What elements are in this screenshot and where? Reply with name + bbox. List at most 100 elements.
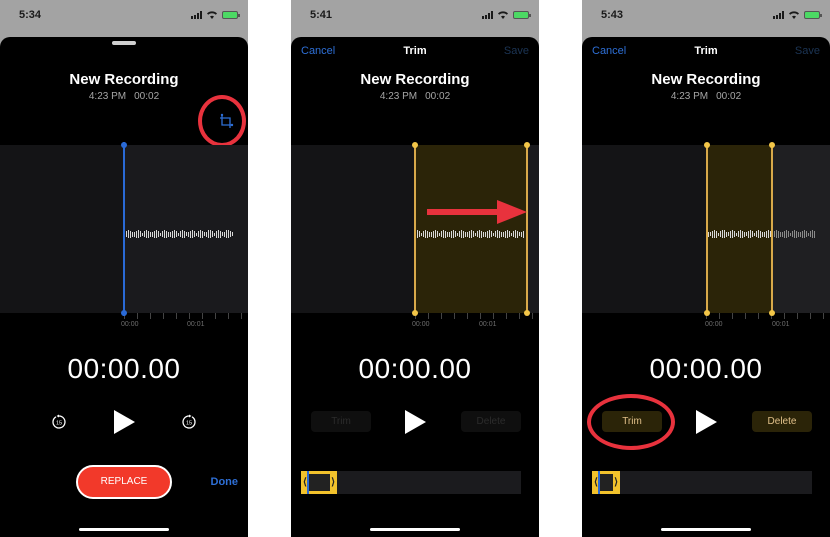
waveform-bar: [184, 230, 185, 238]
waveform-bar: [441, 231, 442, 237]
waveform-bar: [495, 231, 496, 237]
sheet-grabber[interactable]: [112, 41, 136, 45]
trim-end-top-knob[interactable]: [769, 142, 775, 148]
save-button[interactable]: Save: [504, 45, 529, 57]
waveform-bar: [814, 230, 815, 238]
trim-start-handle[interactable]: [414, 145, 416, 313]
waveform-bar: [483, 231, 484, 237]
trim-start-top-knob[interactable]: [704, 142, 710, 148]
crop-trim-icon[interactable]: [218, 113, 236, 131]
status-time: 5:34: [19, 9, 42, 21]
waveform-bar: [790, 232, 791, 236]
trim-button[interactable]: Trim: [602, 411, 662, 432]
waveform-bar: [222, 232, 223, 236]
waveform-bar: [148, 230, 149, 238]
waveform-bar: [158, 231, 159, 237]
playback-timer: 00:00.00: [358, 353, 472, 384]
trim-end-handle[interactable]: [526, 145, 528, 313]
play-button[interactable]: [114, 410, 135, 434]
waveform-bar: [230, 231, 231, 237]
playhead[interactable]: [123, 142, 125, 316]
waveform-bar: [722, 230, 723, 238]
waveform-bar: [208, 230, 209, 238]
timeline-tick: [797, 313, 798, 319]
waveform-bar: [471, 230, 472, 238]
status-time: 5:43: [601, 9, 624, 21]
waveform-bar: [708, 231, 709, 237]
trim-start-bottom-knob[interactable]: [704, 310, 710, 316]
recording-meta: 4:23 PM 00:02: [582, 91, 830, 102]
cancel-button[interactable]: Cancel: [301, 45, 335, 57]
waveform-bar: [188, 231, 189, 237]
waveform-bar: [220, 230, 221, 238]
waveform-bar: [152, 231, 153, 237]
svg-text:15: 15: [186, 421, 192, 427]
timeline-ticks: [706, 313, 830, 321]
waveform: [415, 229, 524, 239]
status-bar: 5:41: [291, 0, 539, 34]
timeline-tick: [137, 313, 138, 319]
waveform-bar: [146, 230, 147, 238]
overview-scrubber[interactable]: ⟨ ⟩: [592, 471, 812, 494]
trim-start-top-knob[interactable]: [412, 142, 418, 148]
trim-start-bottom-knob[interactable]: [412, 310, 418, 316]
phone-screen-recording-edit: 5:34 New Recording 4:23 PM 00:02 00:00 00…: [0, 0, 248, 537]
trim-start-handle[interactable]: [706, 145, 708, 313]
waveform-bar: [501, 231, 502, 237]
overview-scrubber[interactable]: ⟨ ⟩: [301, 471, 521, 494]
waveform-bar: [473, 231, 474, 237]
waveform-bar: [423, 231, 424, 237]
delete-button[interactable]: Delete: [752, 411, 812, 432]
scrubber-handle[interactable]: ⟨ ⟩: [301, 471, 337, 494]
trim-button[interactable]: Trim: [311, 411, 371, 432]
waveform-bar: [469, 230, 470, 238]
waveform-bar: [178, 232, 179, 236]
cellular-signal-icon: [191, 10, 202, 19]
trim-end-top-knob[interactable]: [524, 142, 530, 148]
waveform-bar: [712, 230, 713, 238]
waveform-bar: [130, 230, 131, 238]
waveform-bar: [802, 230, 803, 238]
waveform-bar: [804, 230, 805, 238]
waveform-bar: [746, 232, 747, 236]
waveform-bar: [812, 230, 813, 238]
waveform-selected: [706, 229, 815, 239]
waveform-bar: [714, 230, 715, 238]
waveform-bar: [515, 230, 516, 238]
tick-label: 00:01: [479, 321, 497, 328]
waveform-bar: [202, 230, 203, 238]
replace-button[interactable]: REPLACE: [76, 465, 172, 499]
waveform-bar: [429, 231, 430, 237]
recording-title: New Recording: [651, 71, 761, 88]
battery-charging-icon: [804, 10, 822, 19]
playback-timer: 00:00.00: [67, 353, 181, 384]
waveform-bar: [196, 232, 197, 236]
waveform-bar: [431, 231, 432, 237]
waveform-bar: [734, 231, 735, 237]
playhead-top-knob[interactable]: [121, 142, 127, 148]
waveform-bar: [435, 230, 436, 238]
waveform-bar: [154, 230, 155, 238]
playhead-bottom-knob[interactable]: [121, 310, 127, 316]
skip-back-15-icon[interactable]: 15: [51, 414, 67, 430]
play-button[interactable]: [696, 410, 717, 434]
trim-end-handle[interactable]: [771, 145, 773, 313]
waveform-bar: [166, 230, 167, 238]
scrubber-handle[interactable]: ⟨ ⟩: [592, 471, 620, 494]
waveform-bar: [517, 230, 518, 238]
done-button[interactable]: Done: [211, 476, 239, 488]
trim-end-bottom-knob[interactable]: [769, 310, 775, 316]
waveform-bar: [732, 230, 733, 238]
waveform-bar: [138, 230, 139, 238]
save-button[interactable]: Save: [795, 45, 820, 57]
play-button[interactable]: [405, 410, 426, 434]
waveform-bar: [523, 230, 524, 238]
cancel-button[interactable]: Cancel: [592, 45, 626, 57]
skip-forward-15-icon[interactable]: 15: [181, 414, 197, 430]
waveform-bar: [513, 231, 514, 237]
waveform-bar: [716, 230, 717, 238]
trim-end-bottom-knob[interactable]: [524, 310, 530, 316]
delete-button[interactable]: Delete: [461, 411, 521, 432]
waveform-bar: [204, 232, 205, 236]
waveform-bar: [172, 230, 173, 238]
